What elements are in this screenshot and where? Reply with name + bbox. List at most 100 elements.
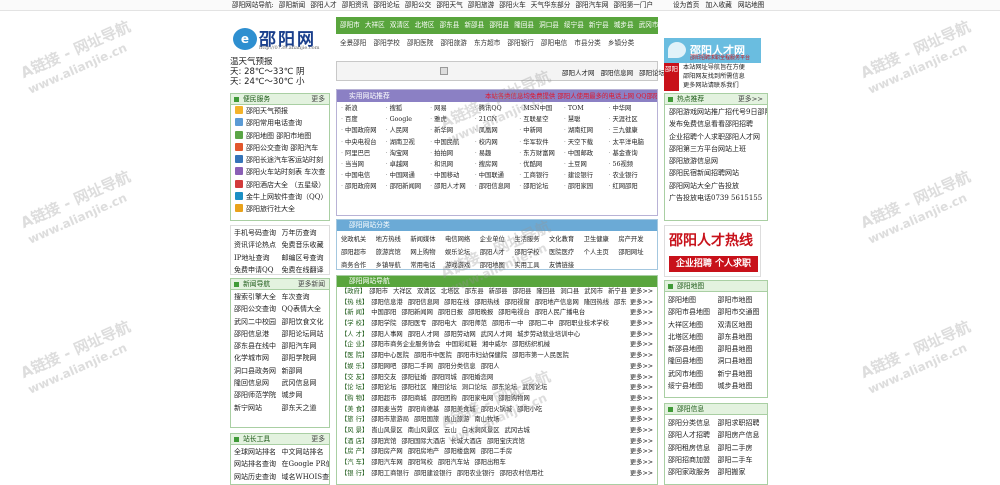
webmaster-tool-link[interactable]: 全球网站排名 [234,446,282,458]
tool-link[interactable]: 免费在线翻译 [282,264,330,274]
recommended-site-link[interactable]: 农业银行 [608,170,653,181]
city-link[interactable]: 邵阳县 [489,21,509,29]
directory-row-more-link[interactable]: 更多>> [626,340,653,352]
news-link[interactable]: 邵东县在线中 [234,340,282,352]
webmaster-tool-link[interactable]: 在Google PR值 [282,458,330,470]
service-item[interactable]: 邵阳常用电话查询 [231,117,329,129]
directory-link[interactable]: 邵阳汽车网 [371,459,402,466]
subnav-link[interactable]: 邵阳医院 [407,39,433,47]
category-link[interactable]: 医院医疗 [549,246,584,259]
directory-link[interactable]: 邵阳论坛 [371,384,396,391]
directory-link[interactable]: 邵阳小吃 [517,406,542,413]
directory-link[interactable]: 邵阳宾馆 [371,438,396,445]
hot-item[interactable]: 广告投放电话0739 5615155 [665,192,767,204]
recommended-site-link[interactable]: 慧聪 [564,114,609,125]
recommended-site-link[interactable]: 土豆网 [564,159,609,170]
recommended-site-link[interactable]: 邵阳新闻网 [386,181,431,192]
news-link[interactable]: 武冈信息网 [282,377,330,389]
recommended-site-link[interactable]: 新华网 [430,125,475,136]
directory-link[interactable]: 邵阳地产信息网 [535,299,579,306]
recommended-site-link[interactable]: 中国移动 [430,170,475,181]
recommended-site-link[interactable]: 中华网 [608,103,653,114]
news-link[interactable]: 邵阳论坛网站 [282,328,330,340]
recommended-site-link[interactable]: 21CN [475,114,520,125]
directory-link[interactable]: 邵阳视窗 [505,299,530,306]
recommended-site-link[interactable]: 腾讯QQ [475,103,520,114]
city-link[interactable]: 武冈市 [639,21,658,29]
subnav-link[interactable]: 东方超市 [474,39,500,47]
directory-link[interactable]: 隆回热线 [584,299,609,306]
talent-banner-ad[interactable]: 邵阳人才热线 企业招聘 个人求职 [664,225,761,277]
recommended-site-link[interactable]: 新浪 [341,103,386,114]
recommended-site-link[interactable]: 优酷网 [519,159,564,170]
directory-row-more-link[interactable]: 更多>> [626,447,653,458]
directory-link[interactable]: 邵阳征婚 [401,374,426,381]
directory-link[interactable]: 邵阳二手网 [401,363,432,370]
directory-link[interactable]: 南山风景区 [408,427,439,434]
map-link[interactable]: 城步县地图 [718,380,768,392]
category-link[interactable]: 新闻媒体 [410,233,445,246]
recommended-site-link[interactable]: Google [386,114,431,125]
map-link[interactable]: 洞口县地图 [718,355,768,367]
directory-link[interactable]: 邵阳劳动网 [444,331,475,338]
info-link[interactable]: 邵阳家政服务 [668,466,718,478]
tool-link[interactable]: 免费申请QQ [234,264,282,274]
directory-link[interactable]: 武冈古城 [505,427,530,434]
directory-link[interactable]: 邵阳国际大酒店 [401,438,445,445]
subnav-link[interactable]: 全景邵阳 [340,39,366,47]
recommended-site-link[interactable]: 中新网 [519,125,564,136]
add-favorite-link[interactable]: 加入收藏 [705,1,731,9]
directory-link[interactable]: 邵阳电大 [432,320,457,327]
directory-link[interactable]: 大祥区 [393,288,412,295]
directory-link[interactable]: 邵阳市第一人民医院 [512,352,569,359]
recommended-site-link[interactable]: 天空下载 [564,137,609,148]
map-link[interactable]: 邵阳地图 [668,294,718,306]
directory-link[interactable]: 邵阳农业银行 [457,470,495,477]
directory-link[interactable]: 邵阳市 [369,288,388,295]
recommended-site-link[interactable]: 天涯社区 [608,114,653,125]
recommended-site-link[interactable]: 邵阳信息网 [475,181,520,192]
recommended-site-link[interactable]: 56视频 [608,159,653,170]
directory-link[interactable]: 武冈人才网 [481,331,512,338]
recommended-site-link[interactable]: 搜房网 [475,159,520,170]
recommended-site-link[interactable]: 中国民航 [430,137,475,148]
directory-link[interactable]: 邵阳分类信息 [438,363,476,370]
directory-link[interactable]: 新邵县 [489,288,508,295]
service-item[interactable]: 邵阳公交查询 邵阳汽车 [231,142,329,154]
directory-link[interactable]: 邵阳学院 [371,320,396,327]
city-link[interactable]: 隆回县 [514,21,534,29]
recommended-site-link[interactable]: 建设银行 [564,170,609,181]
webmaster-tool-link[interactable]: 中文网站排名 [282,446,330,458]
hot-recommend-more-link[interactable]: 更多>> [738,94,763,104]
recommended-site-link[interactable]: 凤凰网 [475,125,520,136]
directory-link[interactable]: 邵阳超市 [371,395,396,402]
city-link[interactable]: 邵东县 [440,21,460,29]
news-more-link[interactable]: 更多新闻 [298,279,325,289]
category-link[interactable]: 娱乐论坛 [445,246,480,259]
directory-link[interactable]: 隆回论坛 [432,384,457,391]
service-item[interactable]: 金牛上网软件查询（QQ） [231,191,329,203]
ad-block[interactable]: 邵阳 本站网址导航旨在方便 邵阳网友找到所需信息 更多网站请联系我们 [664,63,761,91]
webmaster-tool-link[interactable]: 网站排名查询 [234,458,282,470]
webmaster-tool-link[interactable]: 网站历史查询 [234,471,282,483]
directory-link[interactable]: 邵阳二中 [528,320,553,327]
category-link[interactable]: 邵阳网址 [618,246,653,259]
recommended-site-link[interactable]: 淘宝网 [386,148,431,159]
directory-row-more-link[interactable]: 更多>> [626,287,653,298]
top-nav-item[interactable]: 邵阳汽车网 [575,1,608,9]
tool-link[interactable]: IP地址查询 [234,252,282,264]
directory-link[interactable]: 云山 [444,427,457,434]
directory-link[interactable]: 邵阳购物网 [498,395,529,402]
directory-link[interactable]: 邵阳同城 [432,374,457,381]
directory-link[interactable]: 邵阳房产网 [371,448,402,455]
directory-link[interactable]: 邵阳人 [481,363,500,370]
quick-link[interactable]: 邵阳人才网 [562,69,595,77]
directory-link[interactable]: 南山牧场 [474,416,499,423]
directory-link[interactable]: 邵阳职业技术学校 [559,320,609,327]
news-link[interactable]: 化学城市网 [234,352,282,364]
recommended-site-link[interactable]: 卓越网 [386,159,431,170]
directory-row-more-link[interactable]: 更多>> [626,308,653,320]
directory-row-more-link[interactable]: 更多>> [626,319,653,330]
city-link[interactable]: 城步县 [614,21,634,29]
directory-link[interactable]: 中国邵阳 [371,309,396,316]
